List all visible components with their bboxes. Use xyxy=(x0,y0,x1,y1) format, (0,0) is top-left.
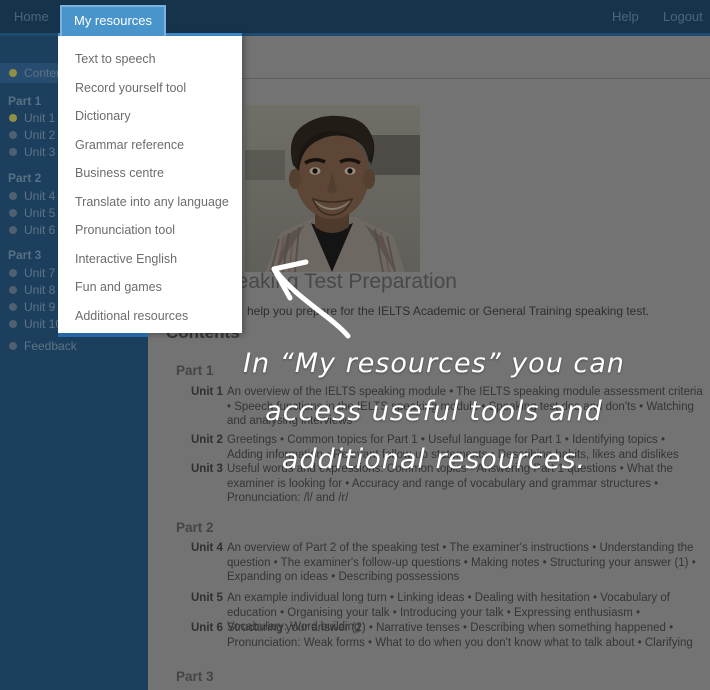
nav-home[interactable]: Home xyxy=(14,0,49,33)
nav-help[interactable]: Help xyxy=(612,0,639,33)
bullet-icon xyxy=(9,303,17,311)
bullet-icon xyxy=(9,69,17,77)
bullet-icon xyxy=(9,286,17,294)
menu-item-dictionary[interactable]: Dictionary xyxy=(58,102,242,131)
bullet-icon xyxy=(9,209,17,217)
sidebar-item-label: Unit 6 xyxy=(24,220,55,240)
part2-heading: Part 2 xyxy=(176,520,214,535)
unit-description: An overview of Part 2 of the speaking te… xyxy=(227,541,703,585)
sidebar-item-label: Unit 10 xyxy=(24,314,62,334)
bullet-icon xyxy=(9,131,17,139)
menu-item-business-centre[interactable]: Business centre xyxy=(58,159,242,188)
part3-heading: Part 3 xyxy=(176,669,214,684)
my-resources-dropdown: Text to speech Record yourself tool Dict… xyxy=(58,33,242,333)
sidebar-item-label: Feedback xyxy=(24,336,77,356)
bullet-icon xyxy=(9,342,17,350)
menu-item-translate-any-language[interactable]: Translate into any language xyxy=(58,188,242,217)
nav-logout[interactable]: Logout xyxy=(663,0,703,33)
menu-item-additional-resources[interactable]: Additional resources xyxy=(58,302,242,331)
bullet-icon xyxy=(9,269,17,277)
part1-heading: Part 1 xyxy=(176,363,214,378)
menu-item-text-to-speech[interactable]: Text to speech xyxy=(58,45,242,74)
tutorial-line-3: additional resources. xyxy=(238,436,630,484)
bullet-icon xyxy=(9,226,17,234)
unit-row-6: Unit 6 Structuring your answer (2) • Nar… xyxy=(191,621,703,650)
bullet-icon xyxy=(9,192,17,200)
menu-item-grammar-reference[interactable]: Grammar reference xyxy=(58,131,242,160)
menu-item-pronunciation-tool[interactable]: Pronunciation tool xyxy=(58,216,242,245)
bullet-icon xyxy=(9,320,17,328)
unit-description: Structuring your answer (2) • Narrative … xyxy=(227,621,703,650)
sidebar-item-feedback[interactable]: Feedback xyxy=(0,336,148,356)
unit-label: Unit 1 xyxy=(191,385,227,429)
tab-my-resources[interactable]: My resources xyxy=(60,5,166,36)
menu-item-fun-and-games[interactable]: Fun and games xyxy=(58,273,242,302)
unit-label: Unit 2 xyxy=(191,433,227,462)
menu-item-interactive-english[interactable]: Interactive English xyxy=(58,245,242,274)
bullet-icon xyxy=(9,114,17,122)
unit-label: Unit 3 xyxy=(191,462,227,506)
unit-row-4: Unit 4 An overview of Part 2 of the spea… xyxy=(191,541,703,585)
sidebar-item-label: Unit 3 xyxy=(24,142,55,162)
bullet-icon xyxy=(9,148,17,156)
app-window: Home Help Logout Contents Part 1 Unit 1 … xyxy=(0,0,710,690)
menu-item-record-yourself-tool[interactable]: Record yourself tool xyxy=(58,74,242,103)
tutorial-line-1: In “My resources” you can xyxy=(238,340,630,388)
tutorial-line-2: access useful tools and xyxy=(238,388,630,436)
unit-label: Unit 6 xyxy=(191,621,227,650)
unit-label: Unit 4 xyxy=(191,541,227,585)
tutorial-callout-text: In “My resources” you can access useful … xyxy=(238,340,630,484)
